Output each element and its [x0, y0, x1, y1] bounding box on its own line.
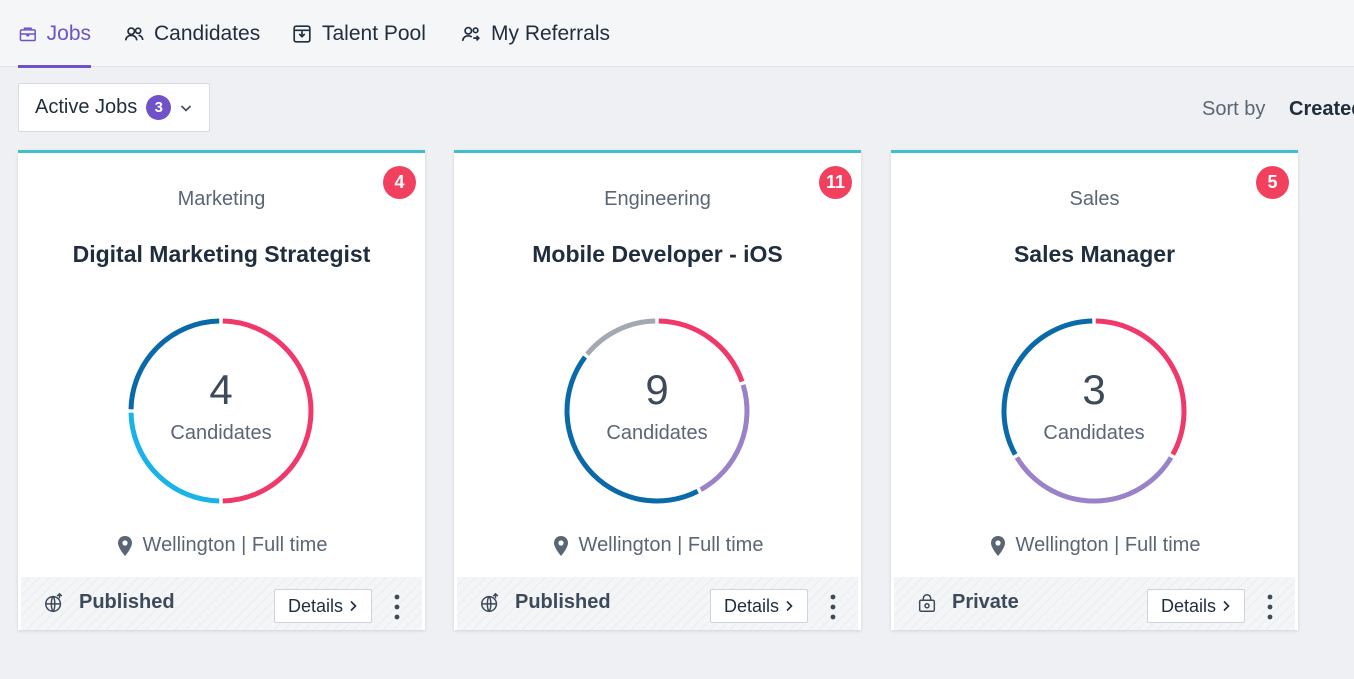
tab-jobs[interactable]: Jobs [18, 0, 91, 68]
briefcase-icon [19, 27, 36, 41]
status-label: Published [515, 591, 611, 613]
details-label: Details [723, 595, 780, 616]
job-department: Engineering [604, 188, 711, 210]
tab-talent-pool[interactable]: Talent Pool [291, 0, 426, 67]
location-text: Wellington | Full time [1015, 534, 1201, 556]
candidates-count: 4 [209, 366, 233, 413]
tab-label: Jobs [46, 21, 91, 45]
more-options-icon[interactable] [1260, 592, 1280, 622]
details-button[interactable]: Details [1147, 589, 1245, 623]
job-card[interactable]: 5 Sales Sales Manager 3 Candidates Welli… [891, 150, 1298, 630]
tab-label: Talent Pool [322, 21, 426, 45]
tab-label: Candidates [154, 21, 261, 45]
card-footer: Published Details [21, 577, 422, 630]
globe-icon [45, 592, 63, 612]
user-referral-icon [461, 26, 480, 41]
status-label: Published [79, 591, 175, 613]
users-icon [124, 26, 144, 40]
candidates-donut-chart: 4 Candidates [126, 316, 316, 506]
card-footer: Private Details [894, 577, 1295, 630]
sort-value-dropdown[interactable]: Created [1289, 98, 1354, 121]
job-title[interactable]: Mobile Developer - iOS [454, 241, 861, 268]
dropdown-label: Active Jobs [35, 96, 138, 118]
chevron-right-icon [1223, 600, 1230, 612]
globe-icon [481, 592, 499, 612]
chevron-right-icon [786, 600, 793, 612]
status-label: Private [952, 591, 1019, 613]
job-location: Wellington | Full time [18, 534, 425, 557]
job-title[interactable]: Sales Manager [891, 241, 1298, 268]
tab-my-referrals[interactable]: My Referrals [460, 0, 610, 67]
job-location: Wellington | Full time [454, 534, 861, 557]
active-jobs-count-badge: 3 [146, 95, 172, 120]
job-title[interactable]: Digital Marketing Strategist [18, 241, 425, 268]
details-label: Details [1160, 595, 1217, 616]
candidates-label: Candidates [606, 422, 708, 444]
job-location: Wellington | Full time [891, 534, 1298, 557]
lock-icon [918, 593, 936, 612]
tab-label: My Referrals [491, 21, 611, 45]
active-jobs-dropdown[interactable]: Active Jobs 3 [18, 83, 210, 132]
details-button[interactable]: Details [274, 589, 372, 623]
candidates-count: 9 [645, 366, 669, 413]
job-status: Published [479, 591, 611, 614]
more-options-icon[interactable] [823, 592, 843, 622]
sort-control: Sort by Created [1202, 98, 1354, 121]
job-status: Private [916, 591, 1019, 614]
job-department: Sales [1069, 188, 1120, 210]
job-status: Published [43, 591, 175, 614]
candidates-donut-chart: 3 Candidates [999, 316, 1189, 506]
map-pin-icon [117, 535, 132, 556]
card-footer: Published Details [457, 577, 858, 630]
inbox-icon [293, 24, 311, 43]
job-department: Marketing [177, 188, 266, 210]
candidates-label: Candidates [170, 422, 272, 444]
job-card[interactable]: 11 Engineering Mobile Developer - iOS 9 … [454, 150, 861, 630]
map-pin-icon [553, 535, 568, 556]
location-text: Wellington | Full time [142, 534, 328, 556]
chevron-right-icon [350, 600, 357, 612]
candidates-donut-chart: 9 Candidates [562, 316, 752, 506]
top-navigation: Jobs Candidates Talent Pool My Referrals [0, 0, 1354, 68]
chevron-down-icon [181, 104, 192, 112]
sort-label: Sort by [1202, 98, 1266, 120]
details-label: Details [287, 595, 344, 616]
more-options-icon[interactable] [387, 592, 407, 622]
map-pin-icon [990, 535, 1005, 556]
job-card[interactable]: 4 Marketing Digital Marketing Strategist… [18, 150, 425, 630]
location-text: Wellington | Full time [578, 534, 764, 556]
donut-segment-3 [585, 318, 656, 356]
donut-segment-1 [1014, 456, 1174, 504]
candidates-count: 3 [1082, 366, 1106, 413]
details-button[interactable]: Details [710, 589, 808, 623]
candidates-label: Candidates [1043, 422, 1145, 444]
tab-candidates[interactable]: Candidates [123, 0, 260, 67]
